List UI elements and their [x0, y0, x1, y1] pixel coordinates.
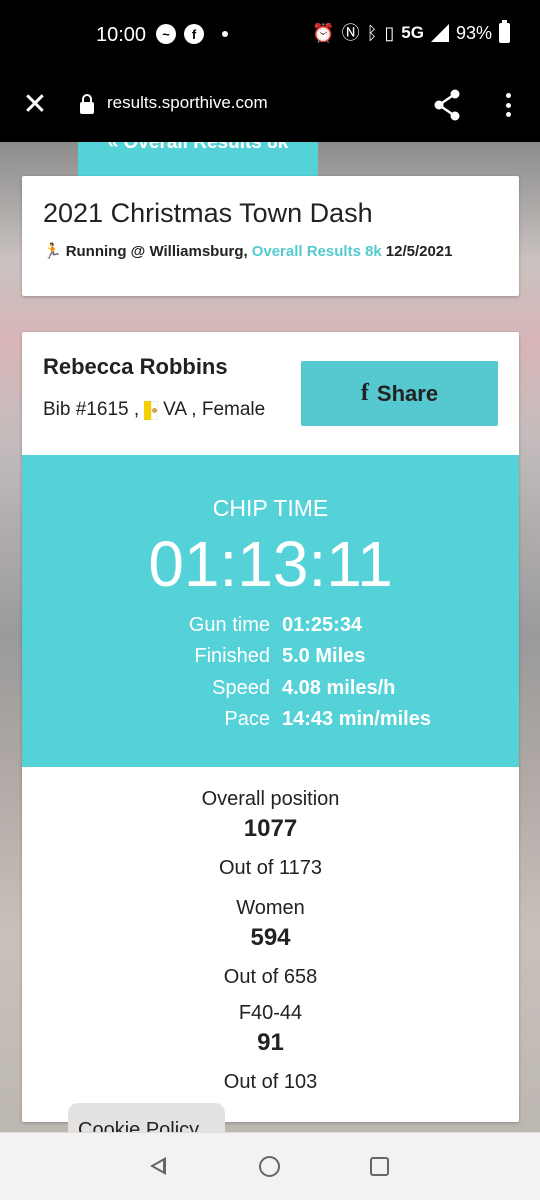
lock-icon — [80, 94, 94, 114]
stat-value: 14:43 min/miles — [282, 708, 431, 730]
stat-value: 4.08 miles/h — [282, 677, 396, 699]
close-icon[interactable]: ✕ — [20, 90, 50, 120]
facebook-icon: f — [360, 380, 369, 406]
stat-value: 5.0 Miles — [282, 645, 366, 667]
age-group-position-block: F40-44 91 Out of 103 — [22, 1002, 519, 1094]
dot-icon — [222, 31, 228, 37]
stat-label: Speed — [212, 677, 270, 699]
position-label: Overall position — [201, 788, 340, 810]
gender-position-block: Women 594 Out of 658 — [22, 897, 519, 989]
position-out-of: Out of 103 — [223, 1071, 318, 1093]
battery-icon — [499, 20, 510, 43]
athlete-name: Rebecca Robbins — [43, 354, 228, 379]
browser-toolbar: ✕ results.sporthive.com — [0, 70, 540, 142]
stat-label: Pace — [224, 708, 270, 730]
runner-icon: 🏃 — [43, 243, 62, 260]
system-nav-bar — [0, 1132, 540, 1200]
race-location: Running @ Williamsburg, — [65, 242, 248, 260]
share-label: Share — [376, 380, 439, 406]
facebook-icon: f — [184, 24, 204, 44]
position-value: 91 — [257, 1029, 284, 1056]
share-button[interactable]: f Share — [301, 361, 498, 426]
network-label: 5G — [401, 23, 424, 42]
chip-time-value: 01:13:11 — [148, 528, 393, 600]
stat-row-finished: Finished 5.0 Miles — [22, 645, 519, 671]
athlete-meta: Bib #1615 , VA , Female — [43, 399, 265, 421]
race-title: 2021 Christmas Town Dash — [43, 198, 373, 228]
flag-icon — [144, 400, 159, 420]
position-out-of: Out of 1173 — [218, 857, 323, 879]
cookie-policy-button[interactable]: Cookie Policy — [68, 1103, 225, 1132]
signal-icon — [430, 24, 449, 42]
recents-icon[interactable] — [370, 1157, 389, 1176]
more-menu-icon[interactable] — [500, 90, 516, 120]
stat-value: 01:25:34 — [282, 614, 363, 636]
position-label: Women — [236, 897, 305, 919]
bib-number: Bib #1615 , — [43, 399, 140, 420]
back-icon[interactable] — [150, 1157, 166, 1175]
stat-row-pace: Pace 14:43 min/miles — [22, 708, 519, 734]
race-date: 12/5/2021 — [385, 242, 453, 260]
vibrate-icon: ▯ — [384, 23, 395, 43]
race-meta: 🏃 Running @ Williamsburg, Overall Result… — [43, 242, 453, 261]
position-value: 1077 — [243, 815, 298, 842]
bluetooth-icon: ᛒ — [366, 23, 378, 43]
status-time: 10:00 — [96, 24, 147, 46]
share-icon[interactable] — [433, 88, 461, 122]
results-link[interactable]: Overall Results 8k — [252, 243, 382, 260]
home-icon[interactable] — [259, 1156, 280, 1177]
chip-time-label: CHIP TIME — [212, 495, 329, 521]
notification-icons: ~ f — [156, 24, 228, 44]
athlete-result-card: Rebecca Robbins Bib #1615 , VA , Female … — [22, 332, 519, 1122]
battery-percent: 93% — [455, 22, 492, 43]
position-out-of: Out of 658 — [223, 966, 318, 988]
overall-position-block: Overall position 1077 Out of 1173 — [22, 788, 519, 880]
stat-row-speed: Speed 4.08 miles/h — [22, 677, 519, 703]
race-header-card: 2021 Christmas Town Dash 🏃 Running @ Wil… — [22, 176, 519, 296]
stat-label: Gun time — [188, 614, 270, 636]
url-text[interactable]: results.sporthive.com — [107, 93, 268, 113]
chip-time-panel: CHIP TIME 01:13:11 Gun time 01:25:34 Fin… — [22, 455, 519, 767]
position-label: F40-44 — [238, 1002, 303, 1024]
stat-row-gun-time: Gun time 01:25:34 — [22, 614, 519, 640]
stat-label: Finished — [194, 645, 270, 667]
athlete-location: VA , Female — [163, 399, 266, 420]
status-bar: 10:00 ~ f ⏰ Ⓝ ᛒ ▯ 5G 93% — [0, 0, 540, 70]
position-value: 594 — [250, 924, 291, 951]
page-content: « Overall Results 8k 2021 Christmas Town… — [0, 142, 540, 1132]
alarm-icon: ⏰ — [312, 23, 335, 43]
nfc-icon: Ⓝ — [341, 23, 360, 43]
system-icons: ⏰ Ⓝ ᛒ ▯ 5G 93% — [312, 20, 510, 44]
messenger-icon: ~ — [156, 24, 176, 44]
